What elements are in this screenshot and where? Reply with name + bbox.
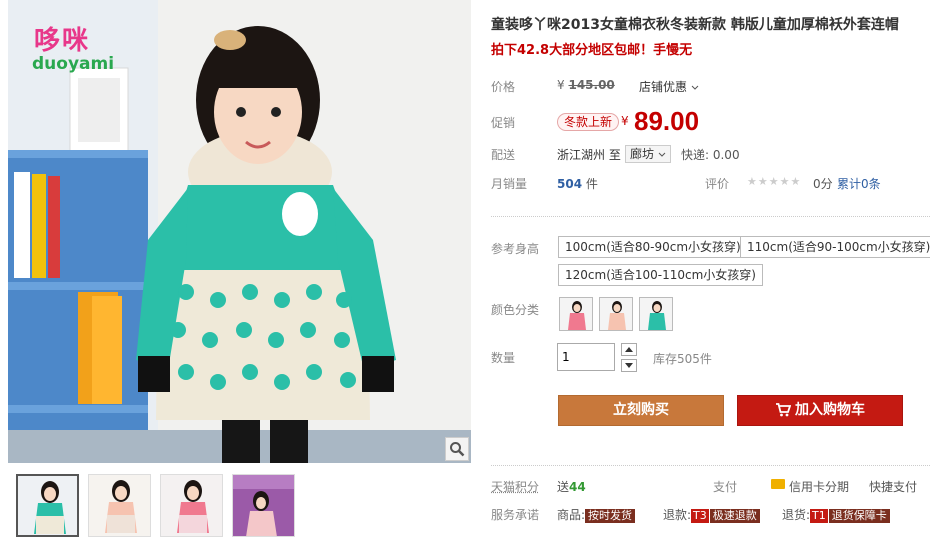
add-to-cart-label: 加入购物车 [795, 402, 865, 418]
magnifier-icon [450, 442, 465, 457]
promo-label: 促销 [491, 116, 516, 130]
promo-price: 89.00 [634, 106, 700, 136]
review-count-link[interactable]: 累计0条 [837, 175, 881, 192]
logo-en-text: duoyami [32, 54, 115, 74]
thumbnail-3[interactable] [160, 474, 223, 537]
size-option-100[interactable]: 100cm(适合80-90cm小女孩穿) [558, 236, 748, 258]
chevron-down-icon [625, 363, 633, 368]
quantity-increment-button[interactable] [621, 343, 637, 356]
monthly-sales-count: 504 [557, 177, 583, 191]
service-tag: 退货保障卡 [828, 509, 890, 523]
shipping-label: 配送 [491, 148, 516, 162]
product-info-panel: 童装哆丫咪2013女童棉衣秋冬装新款 韩版儿童加厚棉袄外套连帽 拍下42.8大部… [491, 0, 930, 544]
size-label: 参考身高 [491, 242, 540, 256]
swatch-pink-image [568, 301, 586, 330]
chevron-up-icon [625, 347, 633, 352]
swatch-mint-image [648, 301, 666, 330]
service-prefix: 退款: [663, 508, 692, 522]
quantity-input[interactable] [557, 343, 615, 371]
monthly-sales-unit: 件 [585, 177, 598, 191]
product-subtitle: 拍下42.8大部分地区包邮！手慢无 [491, 43, 693, 58]
rating-label: 评价 [705, 177, 730, 191]
add-to-cart-button[interactable]: 加入购物车 [737, 395, 903, 426]
zoom-button[interactable] [445, 437, 469, 461]
quantity-decrement-button[interactable] [621, 359, 637, 372]
thumbnail-peach-image [89, 475, 150, 536]
color-swatch-mint[interactable] [639, 297, 673, 331]
promo-badge: 冬款上新 [557, 113, 620, 131]
thumbnail-pink-image [161, 475, 222, 536]
service-tag: 按时发货 [585, 509, 636, 523]
buy-now-button[interactable]: 立刻购买 [558, 395, 724, 426]
monthly-sales-label: 月销量 [491, 177, 528, 191]
price-label: 价格 [491, 80, 516, 94]
chevron-down-icon [658, 152, 666, 157]
size-option-120[interactable]: 120cm(适合100-110cm小女孩穿) [558, 264, 763, 286]
payment-label: 支付 [713, 480, 738, 494]
service-fast-refund[interactable]: 退款: T3 极速退款 [663, 506, 760, 523]
promo-currency-symbol: ¥ [621, 114, 629, 128]
brand-logo: 哆咪 duoyami [22, 18, 122, 80]
service-tag: 极速退款 [709, 509, 760, 523]
shop-discount-dropdown[interactable]: 店铺优惠 [639, 78, 699, 95]
stock-count: 库存505件 [653, 352, 712, 366]
tmall-points: 送44 [557, 478, 586, 495]
shop-discount-label: 店铺优惠 [639, 80, 688, 94]
ship-destination-select[interactable]: 廊坊 [625, 145, 671, 163]
ship-to-word: 至 [608, 148, 621, 162]
divider [491, 216, 930, 217]
thumbnail-2[interactable] [88, 474, 151, 537]
service-return-card[interactable]: 退货: T1 退货保障卡 [782, 506, 890, 523]
original-price-value: 145.00 [568, 78, 615, 92]
service-code: T3 [691, 509, 709, 523]
swatch-peach-image [608, 301, 626, 330]
chevron-down-icon [691, 85, 699, 90]
thumbnail-winter-banner-image [233, 475, 294, 536]
quantity-label: 数量 [491, 351, 516, 365]
currency-symbol: ¥ [557, 78, 565, 92]
tmall-points-label[interactable]: 天猫积分 [491, 478, 539, 495]
original-price: ¥ 145.00 [557, 78, 615, 92]
rating-stars-icon: ★★★★★ [747, 175, 802, 188]
thumbnail-4[interactable] [232, 474, 295, 537]
points-prefix: 送 [557, 480, 570, 494]
thumbnail-mint-image [18, 476, 77, 535]
ship-origin: 浙江湖州 至 [557, 146, 621, 163]
ship-origin-city: 浙江湖州 [557, 148, 606, 162]
quick-pay-link[interactable]: 快捷支付 [869, 478, 917, 495]
credit-installment-link[interactable]: 信用卡分期 [789, 478, 849, 495]
points-value: 44 [569, 480, 586, 494]
product-title: 童装哆丫咪2013女童棉衣秋冬装新款 韩版儿童加厚棉袄外套连帽 [491, 17, 899, 33]
service-code: T1 [810, 509, 828, 523]
divider [491, 465, 930, 466]
shipping-fee: 快递: 0.00 [681, 148, 740, 162]
monthly-sales: 504 件 [557, 175, 598, 192]
shopping-cart-icon [776, 403, 791, 417]
color-swatch-pink[interactable] [559, 297, 593, 331]
thumbnail-strip [16, 474, 295, 537]
service-label: 服务承诺 [491, 508, 540, 522]
credit-card-icon [771, 479, 785, 489]
logo-cn-text: 哆咪 [34, 26, 91, 56]
service-prefix: 退货: [782, 508, 811, 522]
main-product-image[interactable]: 哆咪 duoyami [8, 0, 471, 463]
service-ship-on-time[interactable]: 商品: 按时发货 [557, 506, 636, 523]
thumbnail-1[interactable] [16, 474, 79, 537]
size-option-110[interactable]: 110cm(适合90-100cm小女孩穿) [740, 236, 930, 258]
color-swatch-peach[interactable] [599, 297, 633, 331]
service-prefix: 商品: [557, 508, 586, 522]
rating-score: 0分 [813, 177, 833, 191]
ship-destination-label: 廊坊 [630, 147, 655, 161]
product-gallery: 哆咪 duoyami [0, 0, 472, 544]
color-label: 颜色分类 [491, 303, 540, 317]
